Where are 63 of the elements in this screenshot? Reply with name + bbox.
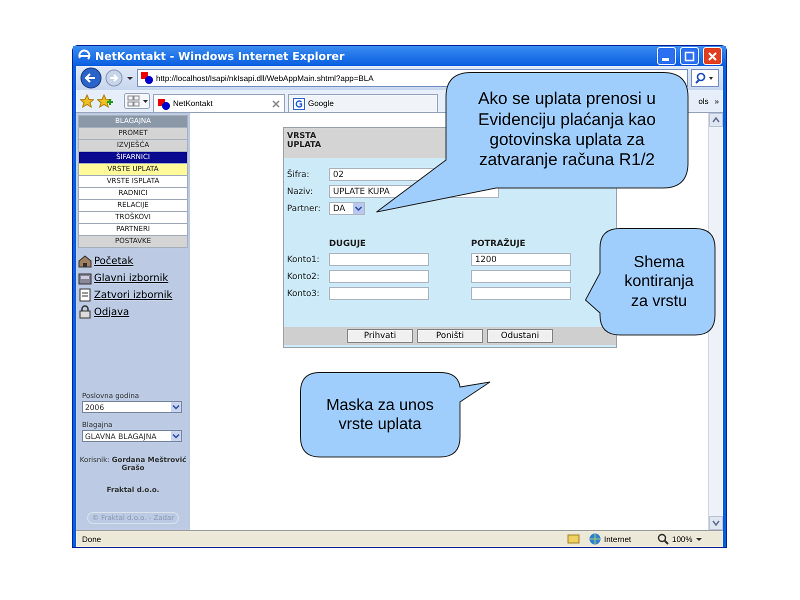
column-header: POTRAŽUJE <box>471 239 526 249</box>
close-icon <box>707 50 718 62</box>
field-label: Šifra: <box>287 170 310 180</box>
site-icon <box>158 98 170 110</box>
browser-tab[interactable]: NetKontakt <box>153 94 285 112</box>
sidebar-link[interactable]: Zatvori izbornik <box>78 288 172 302</box>
scroll-up-icon[interactable] <box>709 113 723 127</box>
field-label: Konto2: <box>287 272 321 282</box>
maximize-button[interactable] <box>680 47 699 65</box>
field-label: Naziv: <box>287 186 314 196</box>
sidebar-link[interactable]: Odjava <box>78 305 130 319</box>
form-button[interactable]: Prihvati <box>347 329 413 343</box>
input-field[interactable] <box>471 287 571 300</box>
minimize-button[interactable] <box>657 47 676 65</box>
input-field[interactable] <box>329 287 429 300</box>
globe-icon <box>589 533 601 545</box>
search-button[interactable] <box>691 69 719 87</box>
dropdown-icon <box>171 431 181 441</box>
padlock-icon <box>78 305 92 319</box>
input-field[interactable] <box>329 253 429 266</box>
minimize-icon <box>662 58 669 61</box>
form-title: VRSTA UPLATA <box>287 131 322 149</box>
status-text: Done <box>82 534 102 544</box>
security-zone: Internet <box>604 534 632 544</box>
column-header: DUGUJE <box>329 239 367 249</box>
close-button[interactable] <box>703 47 722 65</box>
zoom-icon[interactable] <box>657 533 669 545</box>
sidebar-link[interactable]: Glavni izbornik <box>78 271 168 285</box>
window-title: NetKontakt - Windows Internet Explorer <box>95 50 346 62</box>
field-label: Konto1: <box>287 254 321 264</box>
field-label: Konto3: <box>287 288 321 298</box>
close-tab-icon[interactable] <box>272 100 280 108</box>
dropdown-icon <box>171 402 181 412</box>
house-icon <box>78 254 92 268</box>
back-button[interactable] <box>80 67 102 89</box>
dropdown-icon[interactable] <box>126 74 134 82</box>
form-button[interactable]: Poništi <box>417 329 483 343</box>
dropdown-icon <box>353 203 364 214</box>
callout-text: Maska za unos vrste uplata <box>325 396 435 434</box>
google-icon <box>293 98 305 110</box>
field-label: Partner: <box>287 204 322 214</box>
window-icon <box>78 271 92 285</box>
input-field[interactable]: 1200 <box>471 253 571 266</box>
scroll-down-icon[interactable] <box>709 516 723 530</box>
favorites-star-icon[interactable] <box>80 94 94 108</box>
input-field[interactable] <box>329 270 429 283</box>
document-icon <box>78 288 92 302</box>
form-button[interactable]: Odustani <box>487 329 553 343</box>
partner-select[interactable]: DA <box>329 202 365 215</box>
popup-icon <box>567 533 581 545</box>
dropdown-icon[interactable] <box>695 535 704 543</box>
site-icon <box>141 72 153 84</box>
maximize-icon <box>684 50 695 62</box>
tools-menu[interactable]: ols <box>698 96 709 106</box>
zoom-level[interactable]: 100% <box>672 534 692 544</box>
browser-tab[interactable]: Google <box>288 94 438 112</box>
callout-text: Shema kontiranja za vrstu <box>623 253 695 311</box>
add-favorite-icon[interactable] <box>97 94 113 108</box>
callout-text: Ako se uplata prenosi u Evidenciju plaćanja kao gotovinska uplata za zatvaranje računa R1/2 <box>477 89 657 171</box>
input-field[interactable] <box>471 270 571 283</box>
quick-tabs-button[interactable] <box>124 93 150 109</box>
sidebar-link[interactable]: Početak <box>78 254 134 268</box>
more-button[interactable]: » <box>714 96 719 106</box>
